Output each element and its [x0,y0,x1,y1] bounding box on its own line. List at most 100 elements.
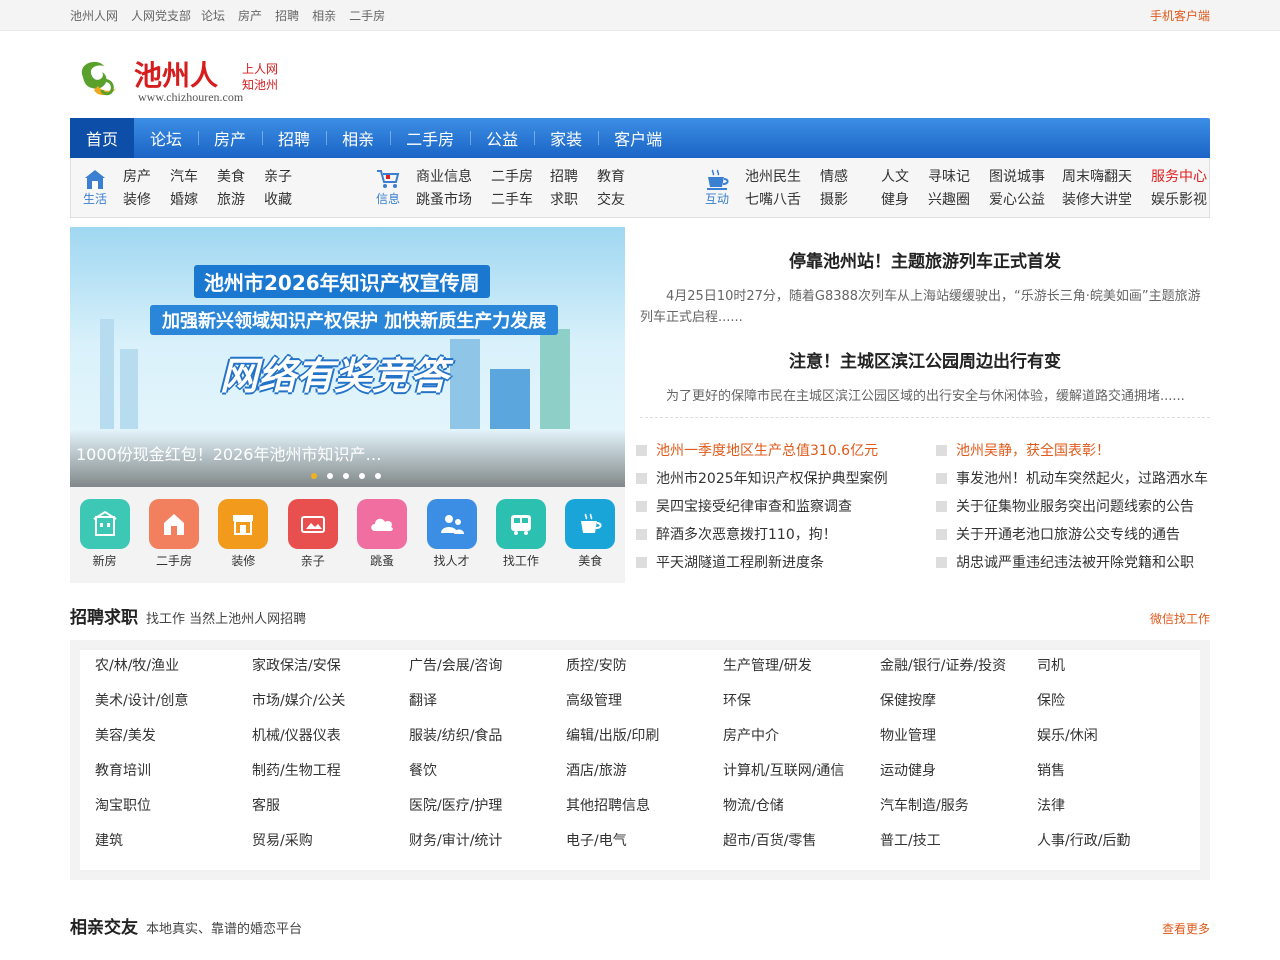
job-category-link[interactable]: 房产中介 [723,725,880,760]
job-category-link[interactable]: 机械/仪器仪表 [252,725,409,760]
subnav-link[interactable]: 教育 [597,166,637,186]
job-category-link[interactable]: 金融/银行/证券/投资 [880,655,1037,690]
subnav-link[interactable]: 二手房 [491,166,550,186]
subnav-link-service-center[interactable]: 服务中心 [1151,166,1221,186]
subnav-link[interactable]: 情感 [820,166,881,186]
job-category-link[interactable]: 家政保洁/安保 [252,655,409,690]
subnav-link[interactable]: 装修大讲堂 [1062,189,1151,209]
top-link[interactable]: 池州人网 [70,7,118,24]
subnav-link[interactable]: 寻味记 [928,166,989,186]
subnav-link[interactable]: 七嘴八舌 [745,189,820,209]
job-category-link[interactable]: 贸易/采购 [252,830,409,865]
subnav-link[interactable]: 交友 [597,189,637,209]
top-link[interactable]: 人网党支部 [131,7,191,24]
top-link[interactable]: 论坛 [201,7,225,24]
news-list-item[interactable]: 关于征集物业服务突出问题线索的公告 [936,492,1210,520]
nav-decoration[interactable]: 家装 [534,118,598,158]
nav-client[interactable]: 客户端 [598,118,678,158]
job-category-link[interactable]: 物业管理 [880,725,1037,760]
job-category-link[interactable]: 保健按摩 [880,690,1037,725]
job-category-link[interactable]: 市场/媒介/公关 [252,690,409,725]
wechat-jobs-link[interactable]: 微信找工作 [1150,610,1210,627]
subnav-link[interactable]: 求职 [550,189,597,209]
job-category-link[interactable]: 教育培训 [95,760,252,795]
image-slider[interactable]: 池州市2026年知识产权宣传周 加强新兴领域知识产权保护 加快新质生产力发展 网… [70,227,625,487]
job-category-link[interactable]: 农/林/牧/渔业 [95,655,252,690]
news-list-item[interactable]: 胡忠诚严重违纪违法被开除党籍和公职 [936,548,1210,576]
job-category-link[interactable]: 司机 [1037,655,1194,690]
slider-dot[interactable] [375,473,381,479]
quick-link-flea-market[interactable]: 跳蚤 [356,499,408,583]
job-category-link[interactable]: 销售 [1037,760,1194,795]
job-category-link[interactable]: 娱乐/休闲 [1037,725,1194,760]
subnav-link[interactable]: 收藏 [264,189,304,209]
top-link[interactable]: 相亲 [312,7,336,24]
job-category-link[interactable]: 物流/仓储 [723,795,880,830]
nav-house[interactable]: 房产 [198,118,262,158]
job-category-link[interactable]: 运动健身 [880,760,1037,795]
job-category-link[interactable]: 美术/设计/创意 [95,690,252,725]
news-list-item[interactable]: 池州吴静，获全国表彰！ [936,436,1210,464]
subnav-link[interactable]: 兴趣圈 [928,189,989,209]
job-category-link[interactable]: 建筑 [95,830,252,865]
slider-caption[interactable]: 1000份现金红包！2026年池州市知识产… [76,441,381,465]
job-category-link[interactable]: 制药/生物工程 [252,760,409,795]
quick-link-new-house[interactable]: 新房 [79,499,131,583]
quick-link-secondhand-house[interactable]: 二手房 [148,499,200,583]
quick-link-find-job[interactable]: 找工作 [495,499,547,583]
nav-home[interactable]: 首页 [70,118,135,158]
subnav-link[interactable]: 汽车 [170,166,217,186]
nav-charity[interactable]: 公益 [470,118,534,158]
job-category-link[interactable]: 高级管理 [566,690,723,725]
job-category-link[interactable]: 超市/百货/零售 [723,830,880,865]
slider-dot[interactable] [327,473,333,479]
subnav-link[interactable]: 人文 [881,166,928,186]
job-category-link[interactable]: 美容/美发 [95,725,252,760]
news-list-item[interactable]: 关于开通老池口旅游公交专线的通告 [936,520,1210,548]
nav-secondhand[interactable]: 二手房 [390,118,470,158]
subnav-link[interactable]: 旅游 [217,189,264,209]
news-list-item[interactable]: 醉酒多次恶意拨打110，拘！ [636,520,936,548]
slider-dot[interactable] [311,473,317,479]
nav-jobs[interactable]: 招聘 [262,118,326,158]
subnav-link[interactable]: 健身 [881,189,928,209]
job-category-link[interactable]: 服装/纺织/食品 [409,725,566,760]
job-category-link[interactable]: 计算机/互联网/通信 [723,760,880,795]
job-category-link[interactable]: 淘宝职位 [95,795,252,830]
job-category-link[interactable]: 法律 [1037,795,1194,830]
subnav-link[interactable]: 娱乐影视 [1151,189,1221,209]
quick-link-food[interactable]: 美食 [564,499,616,583]
job-category-link[interactable]: 普工/技工 [880,830,1037,865]
job-category-link[interactable]: 生产管理/研发 [723,655,880,690]
job-category-link[interactable]: 电子/电气 [566,830,723,865]
headline-title[interactable]: 注意！主城区滨江公园周边出行有变 [640,347,1210,372]
subnav-link[interactable]: 爱心公益 [989,189,1062,209]
subnav-link[interactable]: 美食 [217,166,264,186]
job-category-link[interactable]: 其他招聘信息 [566,795,723,830]
subnav-link[interactable]: 周末嗨翻天 [1062,166,1151,186]
job-category-link[interactable]: 人事/行政/后勤 [1037,830,1194,865]
subnav-link[interactable]: 池州民生 [745,166,820,186]
news-list-item[interactable]: 池州一季度地区生产总值310.6亿元 [636,436,936,464]
job-category-link[interactable]: 财务/审计/统计 [409,830,566,865]
top-link[interactable]: 招聘 [275,7,299,24]
subnav-link[interactable]: 摄影 [820,189,881,209]
subnav-link[interactable]: 跳蚤市场 [416,189,491,209]
slider-dot[interactable] [359,473,365,479]
headline-title[interactable]: 停靠池州站！主题旅游列车正式首发 [640,247,1210,272]
mobile-client-link[interactable]: 手机客户端 [1150,7,1210,24]
job-category-link[interactable]: 质控/安防 [566,655,723,690]
job-category-link[interactable]: 保险 [1037,690,1194,725]
news-list-item[interactable]: 平天湖隧道工程刷新进度条 [636,548,936,576]
job-category-link[interactable]: 环保 [723,690,880,725]
top-link[interactable]: 房产 [238,7,262,24]
news-list-item[interactable]: 吴四宝接受纪律审查和监察调查 [636,492,936,520]
news-list-item[interactable]: 池州市2025年知识产权保护典型案例 [636,464,936,492]
top-link[interactable]: 二手房 [349,7,385,24]
subnav-link[interactable]: 装修 [123,189,170,209]
quick-link-decoration[interactable]: 装修 [217,499,269,583]
quick-link-find-talent[interactable]: 找人才 [426,499,478,583]
quick-link-parenting[interactable]: 亲子 [287,499,339,583]
job-category-link[interactable]: 客服 [252,795,409,830]
job-category-link[interactable]: 翻译 [409,690,566,725]
